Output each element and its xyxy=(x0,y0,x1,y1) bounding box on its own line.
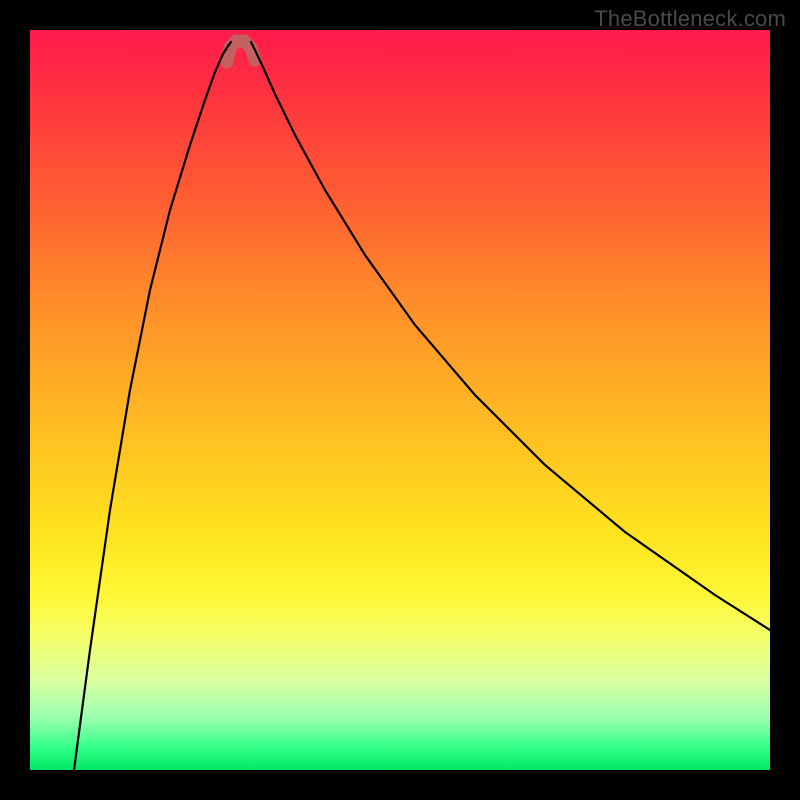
right-curve xyxy=(251,42,770,630)
plot-area xyxy=(30,30,770,770)
highlight-dip xyxy=(227,41,255,62)
left-curve xyxy=(74,42,231,770)
watermark-text: TheBottleneck.com xyxy=(594,6,786,32)
curve-svg xyxy=(30,30,770,770)
